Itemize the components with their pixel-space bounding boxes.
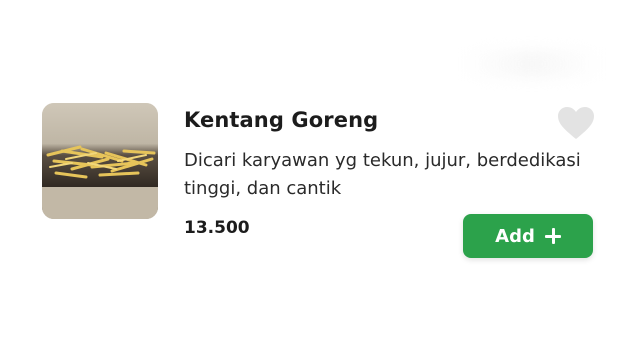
favorite-button[interactable] <box>557 106 595 140</box>
plus-icon <box>544 228 561 244</box>
top-shadow <box>462 50 602 78</box>
add-to-cart-button[interactable]: Add <box>463 214 593 258</box>
product-price: 13.500 <box>184 218 250 238</box>
product-image[interactable] <box>42 103 158 219</box>
product-card: Kentang Goreng Dicari karyawan yg tekun,… <box>0 0 640 360</box>
product-name: Kentang Goreng <box>184 108 379 132</box>
fries-image <box>42 103 158 219</box>
add-button-label: Add <box>495 225 535 247</box>
product-description: Dicari karyawan yg tekun, jujur, berdedi… <box>184 150 581 199</box>
heart-icon <box>558 107 594 139</box>
